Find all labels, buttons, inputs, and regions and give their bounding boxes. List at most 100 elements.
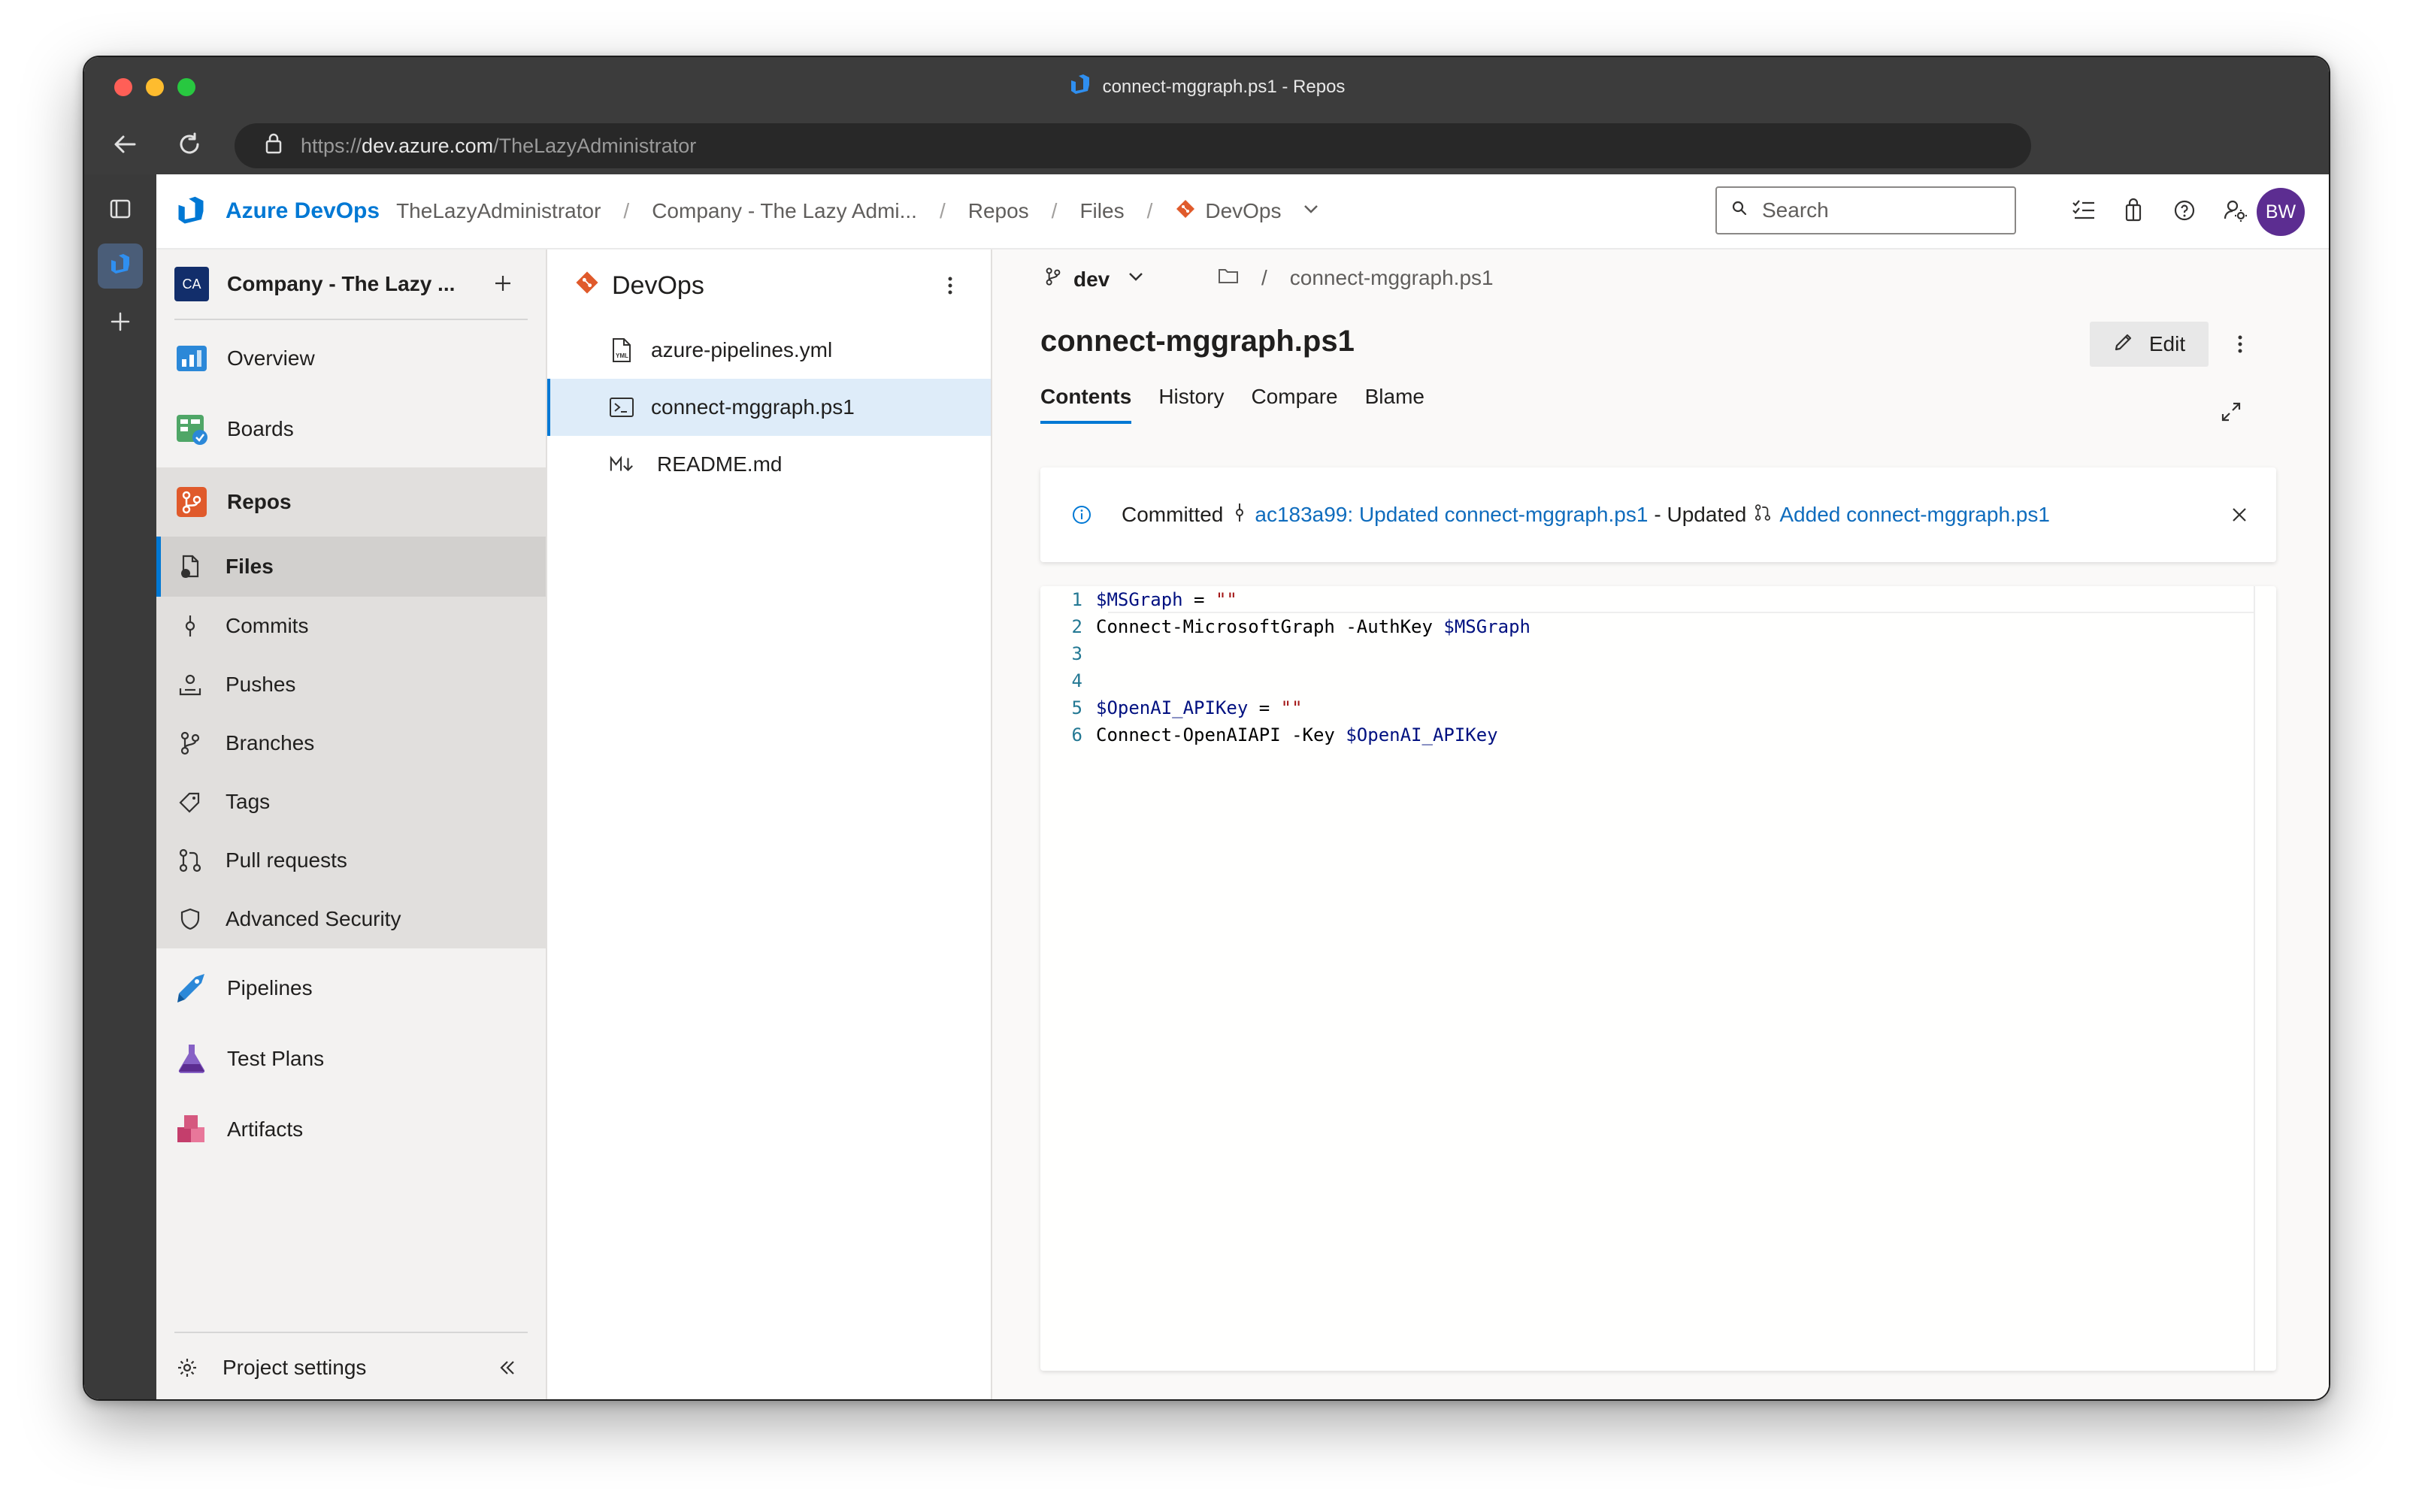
sidebar-item-overview[interactable]: Overview (156, 326, 546, 391)
user-avatar[interactable]: BW (2257, 188, 2305, 236)
breadcrumb-project[interactable]: Company - The Lazy Admi... (652, 199, 917, 223)
sidebar-item-label: Overview (227, 346, 315, 370)
code-viewer[interactable]: 1 $MSGraph = "" 2 Connect-MicrosoftGraph… (1040, 586, 2276, 1371)
line-number: 1 (1071, 589, 1082, 610)
back-button[interactable] (110, 131, 140, 161)
help-button[interactable] (2169, 197, 2200, 227)
code-line: 3 (1040, 640, 2254, 667)
git-repo-icon (1175, 198, 1196, 225)
svg-text:YML: YML (616, 352, 628, 359)
azure-devops-app: Azure DevOps TheLazyAdministrator / Comp… (156, 174, 2329, 1399)
powershell-file-icon (609, 395, 634, 420)
new-tab-button[interactable] (98, 301, 143, 346)
breadcrumb-files[interactable]: Files (1079, 199, 1124, 223)
reload-button[interactable] (174, 131, 204, 161)
committed-label: Committed (1122, 503, 1224, 526)
collapse-sidebar-icon[interactable] (495, 1355, 520, 1380)
marketplace-button[interactable] (2118, 197, 2148, 227)
sidebar-item-advanced-security[interactable]: Advanced Security (156, 890, 546, 948)
file-item-readme[interactable]: README.md (547, 436, 991, 493)
sidebar-item-pushes[interactable]: Pushes (156, 655, 546, 714)
url-bar[interactable]: https://dev.azure.com/TheLazyAdministrat… (235, 123, 2031, 168)
code-token: "" (1280, 697, 1303, 718)
new-item-button[interactable] (486, 268, 520, 302)
breadcrumb-repos[interactable]: Repos (968, 199, 1029, 223)
code-token: "" (1215, 589, 1237, 610)
fullscreen-icon[interactable] (2216, 397, 2246, 427)
lock-icon (265, 132, 283, 160)
folder-icon[interactable] (1218, 266, 1239, 290)
sidebar-item-commits[interactable]: Commits (156, 597, 546, 655)
line-number: 5 (1071, 697, 1082, 718)
sidebar-item-test-plans[interactable]: Test Plans (156, 1027, 546, 1091)
breadcrumb-repo-selector[interactable]: DevOps (1175, 198, 1320, 225)
sidebar-item-label: Tags (226, 790, 271, 813)
search-placeholder: Search (1762, 198, 1829, 222)
yaml-file-icon: YML (609, 337, 634, 363)
azure-devops-logo-icon[interactable] (174, 195, 207, 228)
sidebar-item-files[interactable]: Files (156, 537, 546, 597)
plus-icon (493, 274, 513, 297)
tab-actions-icon (109, 198, 132, 224)
branch-icon (1043, 266, 1063, 292)
more-actions-icon[interactable] (2225, 328, 2255, 361)
sidebar-item-artifacts[interactable]: Artifacts (156, 1097, 546, 1162)
sidebar-item-label: Pull requests (226, 848, 347, 872)
edit-label: Edit (2148, 332, 2186, 355)
breadcrumb-org[interactable]: TheLazyAdministrator (396, 199, 601, 223)
sidebar-item-label: Boards (227, 417, 294, 440)
pipelines-icon (174, 971, 209, 1005)
title-bar: connect-mggraph.ps1 - Repos (84, 57, 2329, 117)
project-sidebar: CA Company - The Lazy ... Overview Board… (156, 249, 547, 1399)
user-settings-button[interactable] (2221, 197, 2251, 227)
vertical-scrollbar[interactable] (2254, 586, 2276, 1371)
project-settings-row: Project settings (174, 1332, 528, 1399)
tab-blame[interactable]: Blame (1365, 385, 1424, 424)
line-number: 2 (1071, 616, 1082, 637)
close-icon[interactable] (2228, 503, 2251, 526)
search-input[interactable]: Search (1715, 186, 2016, 234)
code-token: = (1248, 697, 1281, 718)
active-tab-azure-devops[interactable] (98, 243, 143, 289)
boards-icon (174, 412, 209, 446)
search-icon (1730, 198, 1748, 222)
brand-link[interactable]: Azure DevOps (226, 198, 380, 224)
project-header[interactable]: CA Company - The Lazy ... (174, 249, 528, 320)
work-items-button[interactable] (2069, 197, 2099, 227)
more-options-icon[interactable] (937, 272, 964, 299)
tab-history[interactable]: History (1158, 385, 1224, 424)
shopping-bag-icon (2121, 198, 2146, 227)
pull-request-link[interactable]: Added connect-mggraph.ps1 (1779, 503, 2050, 527)
line-content: Connect-MicrosoftGraph -AuthKey $MSGraph (1096, 616, 1530, 637)
file-item-connect-mggraph[interactable]: connect-mggraph.ps1 (547, 379, 991, 436)
branch-name: dev (1073, 267, 1110, 291)
sidebar-item-boards[interactable]: Boards (156, 397, 546, 461)
sidebar-item-tags[interactable]: Tags (156, 773, 546, 831)
edit-button[interactable]: Edit (2090, 322, 2209, 367)
tab-contents[interactable]: Contents (1040, 385, 1132, 424)
project-name: Company - The Lazy ... (227, 272, 456, 295)
path-separator: / (1261, 266, 1267, 289)
sidebar-item-pull-requests[interactable]: Pull requests (156, 831, 546, 890)
pencil-icon (2113, 331, 2134, 358)
commit-icon (177, 613, 203, 639)
commit-link[interactable]: ac183a99: Updated connect-mggraph.ps1 (1255, 503, 1648, 527)
sidebar-item-label: Test Plans (227, 1047, 325, 1070)
sidebar-item-branches[interactable]: Branches (156, 714, 546, 773)
shield-icon (177, 906, 203, 932)
repo-name: DevOps (1205, 199, 1282, 222)
branch-selector[interactable]: dev (1043, 266, 1146, 292)
test-plans-icon (174, 1042, 209, 1076)
file-item-azure-pipelines[interactable]: YML azure-pipelines.yml (547, 322, 991, 379)
project-settings-link[interactable]: Project settings (223, 1356, 366, 1380)
window-title-text: connect-mggraph.ps1 - Repos (1102, 77, 1346, 97)
project-avatar: CA (174, 267, 209, 301)
git-repo-icon (574, 270, 600, 302)
code-line: 1 $MSGraph = "" (1040, 586, 2254, 613)
tab-compare[interactable]: Compare (1251, 385, 1337, 424)
sidebar-item-repos[interactable]: Repos (156, 467, 546, 537)
tab-actions-button[interactable] (98, 188, 143, 233)
sidebar-item-pipelines[interactable]: Pipelines (156, 956, 546, 1021)
sidebar-item-label: Commits (226, 614, 309, 637)
user-settings-icon (2223, 198, 2248, 227)
